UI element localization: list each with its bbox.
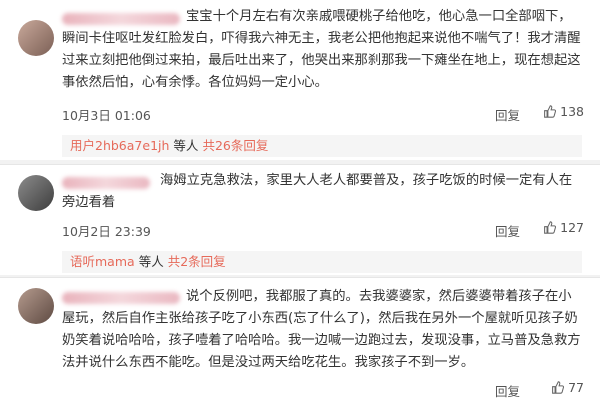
sub-reply-summary[interactable]: 语听mama 等人 共2条回复 <box>62 251 582 273</box>
comment-card-1: 宝宝十个月左右有次亲戚喂硬桃子给他吃，他心急一口全部咽下，瞬间卡住呕吐发红脸发白… <box>0 0 600 160</box>
like-button[interactable]: 127 <box>543 220 584 235</box>
avatar[interactable] <box>18 20 54 56</box>
reply-button[interactable]: 回复 <box>495 381 520 400</box>
sub-reply-user[interactable]: 语听mama <box>70 254 135 269</box>
avatar[interactable] <box>18 288 54 324</box>
sub-reply-total[interactable]: 共26条回复 <box>202 138 268 153</box>
comment-card-3: 说个反例吧，我都服了真的。去我婆婆家，然后婆婆带着孩子在小屋玩，然后自作主张给孩… <box>0 278 600 408</box>
sub-reply-user[interactable]: 用户2hb6a7e1jh <box>70 138 169 153</box>
like-count: 138 <box>560 104 584 119</box>
comment-text: 说个反例吧，我都服了真的。去我婆婆家，然后婆婆带着孩子在小屋玩，然后自作主张给孩… <box>62 289 581 370</box>
comment-text: 宝宝十个月左右有次亲戚喂硬桃子给他吃，他心急一口全部咽下，瞬间卡住呕吐发红脸发白… <box>62 9 581 90</box>
sub-reply-summary[interactable]: 用户2hb6a7e1jh 等人 共26条回复 <box>62 135 582 157</box>
like-count: 127 <box>560 220 584 235</box>
avatar[interactable] <box>18 175 54 211</box>
comment-card-2: 海姆立克急救法，家里大人老人都要普及，孩子吃饭的时候一定有人在旁边看着 10月2… <box>0 165 600 275</box>
comment-text: 海姆立克急救法，家里大人老人都要普及，孩子吃饭的时候一定有人在旁边看着 <box>62 173 573 210</box>
reply-button[interactable]: 回复 <box>495 221 520 240</box>
comment-time: 10月2日 23:39 <box>62 224 151 239</box>
comment-time: 10月3日 01:06 <box>62 108 151 123</box>
sub-reply-total[interactable]: 共2条回复 <box>168 254 226 269</box>
thumbs-up-icon <box>552 381 565 394</box>
like-button[interactable]: 77 <box>551 380 584 395</box>
thumbs-up-icon <box>544 221 557 234</box>
reply-button[interactable]: 回复 <box>495 105 520 124</box>
like-button[interactable]: 138 <box>543 104 584 119</box>
sub-reply-etc: 等人 <box>138 254 164 269</box>
sub-reply-etc: 等人 <box>173 138 199 153</box>
like-count: 77 <box>568 380 584 395</box>
thumbs-up-icon <box>544 105 557 118</box>
